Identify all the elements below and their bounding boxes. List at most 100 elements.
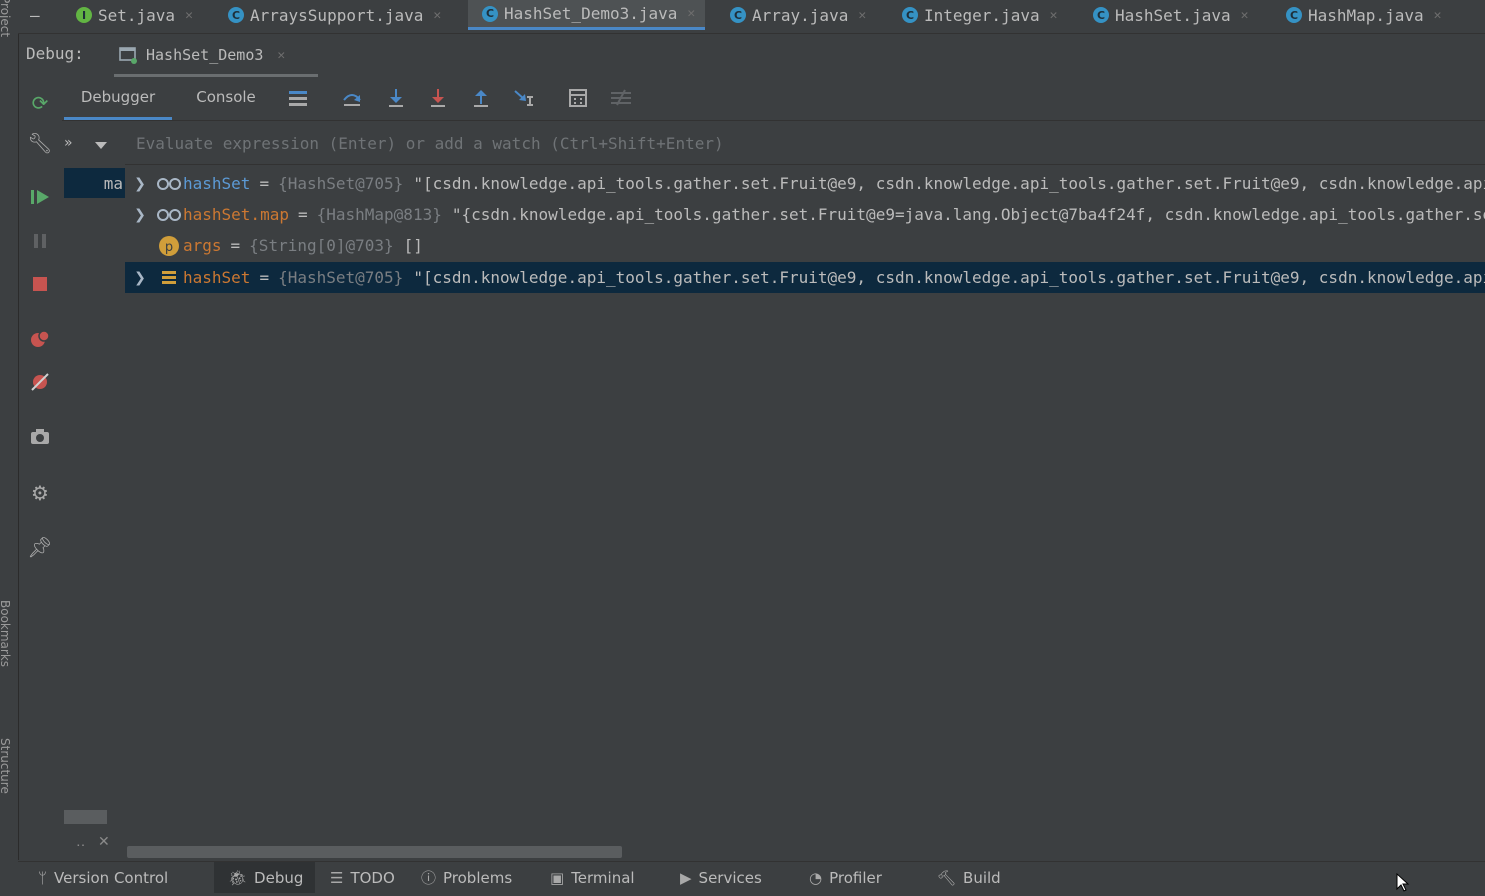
step-into-icon[interactable] xyxy=(382,84,410,112)
pin-icon[interactable]: 📌︎ xyxy=(18,532,62,562)
close-icon[interactable]: ✕ xyxy=(858,8,866,23)
frames-scrollbar[interactable] xyxy=(64,810,107,824)
hide-icon[interactable]: — xyxy=(30,0,50,30)
editor-tab-label: Integer.java xyxy=(924,5,1040,25)
tool-tab-label: Debug xyxy=(254,868,304,887)
step-out-icon[interactable] xyxy=(467,84,495,112)
close-icon[interactable]: ✕ xyxy=(687,6,695,21)
variable-type: {HashSet@705} xyxy=(278,174,404,193)
rerun-icon[interactable]: ⟳ xyxy=(18,88,62,118)
close-icon[interactable]: ✕ xyxy=(1050,8,1058,23)
evaluate-expression-icon[interactable] xyxy=(564,84,592,112)
tool-tab-label: Profiler xyxy=(829,868,882,887)
parameter-icon: p xyxy=(155,235,183,257)
settings-wrench-icon[interactable]: 🔧︎ xyxy=(18,128,62,158)
tool-tab-terminal[interactable]: ▣ Terminal xyxy=(550,862,635,893)
variable-row[interactable]: ❯ hashSet.map = {HashMap@813} "{csdn.kno… xyxy=(125,199,1485,230)
variables-panel: ❯ hashSet = {HashSet@705} "[csdn.knowled… xyxy=(125,168,1485,808)
editor-tab-label: Array.java xyxy=(752,5,849,25)
watch-icon xyxy=(155,208,183,222)
close-icon[interactable]: ✕ xyxy=(98,834,110,850)
evaluate-expression-input[interactable]: Evaluate expression (Enter) or add a wat… xyxy=(125,122,1485,165)
editor-tab-hashset-demo3[interactable]: C HashSet_Demo3.java ✕ xyxy=(468,0,706,30)
bug-icon: 🐞︎ xyxy=(228,868,248,887)
class-icon: C xyxy=(1286,7,1302,23)
variable-row[interactable]: p args = {String[0]@703} [] xyxy=(125,230,1485,261)
debug-session-tab[interactable]: HashSet_Demo3 ✕ xyxy=(114,36,318,77)
tab-debugger[interactable]: Debugger xyxy=(64,76,172,120)
tool-tab-build[interactable]: 🔨︎ Build xyxy=(937,862,1001,893)
editor-tab-array[interactable]: C Array.java ✕ xyxy=(730,0,866,30)
layout-icon[interactable] xyxy=(284,84,312,112)
resume-icon[interactable] xyxy=(18,182,62,212)
variable-name: args xyxy=(183,236,222,255)
interface-icon: I xyxy=(76,7,92,23)
force-step-into-icon[interactable] xyxy=(424,84,452,112)
debug-label: Debug: xyxy=(26,44,84,63)
tool-tab-label: Services xyxy=(698,868,762,887)
close-icon[interactable]: ✕ xyxy=(433,8,441,23)
structure-tool-tab[interactable]: Structure xyxy=(0,738,12,794)
svg-text:p: p xyxy=(165,240,173,255)
debug-session-label: HashSet_Demo3 xyxy=(146,46,264,64)
expand-chevron-icon[interactable]: ❯ xyxy=(125,207,155,223)
close-icon[interactable]: ✕ xyxy=(1434,8,1442,23)
editor-tab-hashset[interactable]: C HashSet.java ✕ xyxy=(1093,0,1248,30)
close-icon[interactable]: ✕ xyxy=(277,48,285,63)
tool-tab-debug[interactable]: 🐞︎ Debug xyxy=(214,862,316,893)
branch-icon: ᛘ xyxy=(38,868,48,887)
gear-icon[interactable]: ⚙ xyxy=(18,478,62,508)
editor-tab-arrayssupport[interactable]: C ArraysSupport.java ✕ xyxy=(228,0,441,30)
tool-tab-label: TODO xyxy=(350,868,395,887)
tool-tab-version-control[interactable]: ᛘ Version Control xyxy=(32,862,174,893)
services-icon: ▶ xyxy=(680,868,692,887)
application-icon xyxy=(119,47,137,64)
variable-equals: = xyxy=(230,236,241,255)
editor-tab-label: HashSet.java xyxy=(1115,5,1231,25)
editor-tab-hashmap[interactable]: C HashMap.java ✕ xyxy=(1286,0,1441,30)
horizontal-scrollbar[interactable] xyxy=(127,846,622,858)
step-over-icon[interactable] xyxy=(338,84,366,112)
tool-tab-problems[interactable]: ⓘ Problems xyxy=(421,862,512,893)
tool-tab-profiler[interactable]: ◔ Profiler xyxy=(809,862,882,893)
class-icon: C xyxy=(228,7,244,23)
camera-icon[interactable] xyxy=(18,422,62,452)
variable-row-selected[interactable]: ❯ hashSet = {HashSet@705} "[csdn.knowled… xyxy=(125,262,1485,293)
filter-dropdown-icon[interactable] xyxy=(94,136,108,154)
bookmarks-tool-tab[interactable]: Bookmarks xyxy=(0,600,12,667)
class-icon: C xyxy=(1093,7,1109,23)
variable-type: {HashMap@813} xyxy=(316,205,442,224)
tool-window-bar: ᛘ Version Control 🐞︎ Debug ☰ TODO ⓘ Prob… xyxy=(18,861,1485,893)
variable-row[interactable]: ❯ hashSet = {HashSet@705} "[csdn.knowled… xyxy=(125,168,1485,199)
tool-tab-services[interactable]: ▶ Services xyxy=(680,862,762,893)
expand-chevron-icon[interactable]: ❯ xyxy=(125,270,155,286)
expand-chevron-icon[interactable]: ❯ xyxy=(125,176,155,192)
close-icon[interactable]: ✕ xyxy=(1241,8,1249,23)
mute-breakpoints-icon[interactable] xyxy=(18,367,62,397)
profiler-icon: ◔ xyxy=(809,868,823,887)
close-icon[interactable]: ✕ xyxy=(185,8,193,23)
pause-icon[interactable] xyxy=(18,226,62,256)
tool-tab-label: Build xyxy=(963,868,1001,887)
variable-equals: = xyxy=(259,174,270,193)
more-icon[interactable]: » xyxy=(64,135,73,151)
variable-name: hashSet xyxy=(183,268,251,287)
tab-console[interactable]: Console xyxy=(178,76,274,118)
run-to-cursor-icon[interactable] xyxy=(510,84,538,112)
info-icon: ⓘ xyxy=(421,869,437,887)
editor-tab-set[interactable]: I Set.java ✕ xyxy=(76,0,193,30)
view-breakpoints-icon[interactable] xyxy=(18,324,62,354)
editor-tab-label: Set.java xyxy=(98,5,176,25)
frame-item-main[interactable]: ma xyxy=(64,168,125,198)
editor-tab-bar: — I Set.java ✕ C ArraysSupport.java ✕ C … xyxy=(18,0,1485,34)
hammer-icon: 🔨︎ xyxy=(937,868,957,887)
editor-tab-integer[interactable]: C Integer.java ✕ xyxy=(902,0,1057,30)
trace-stream-icon[interactable] xyxy=(607,84,635,112)
project-tool-tab[interactable]: Project xyxy=(0,0,12,37)
mouse-cursor-icon xyxy=(1396,872,1410,896)
list-icon: ☰ xyxy=(330,868,344,887)
stop-icon[interactable] xyxy=(18,269,62,299)
tool-tab-todo[interactable]: ☰ TODO xyxy=(330,862,395,893)
field-icon xyxy=(155,269,183,287)
variable-type: {String[0]@703} xyxy=(249,236,394,255)
